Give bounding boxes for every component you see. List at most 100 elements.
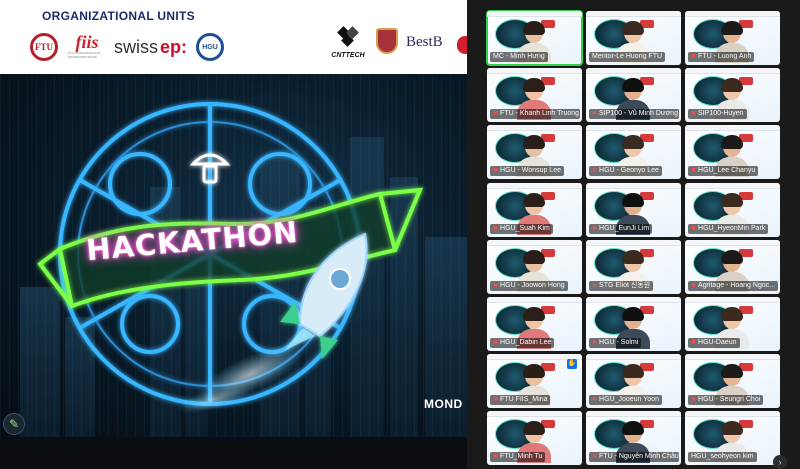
virtual-background-header xyxy=(685,125,780,132)
mic-muted-icon: ✖ xyxy=(493,168,499,175)
participant-name-label: ✖ FTU_Minh Tu xyxy=(490,452,546,463)
participant-name: HGU_Dabin Lee xyxy=(500,339,552,346)
participant-name: HGU - Seungri Choi xyxy=(698,396,761,404)
virtual-background-header xyxy=(586,125,681,132)
university-seal-text: HGU xyxy=(202,43,218,51)
participant-name: HGU - Joowon Hong xyxy=(500,281,565,289)
participant-tile[interactable]: ✖ HGU_HyeonMin Park xyxy=(685,182,780,237)
swissep-logo-text: swiss xyxy=(114,36,158,57)
shared-screen[interactable]: ORGANIZATIONAL UNITS FTU fiis FTU INNOVA… xyxy=(0,0,467,437)
participant-tile[interactable]: Mentor-Le Huong FTU xyxy=(586,11,681,65)
participant-name: HGU - Wonsup Lee xyxy=(500,167,561,175)
participant-tile[interactable]: ✖ STG Eliot 신동원 xyxy=(586,239,681,294)
mic-muted-icon: ✖ xyxy=(493,454,499,461)
participant-name-label: ✖ HGU_HyeonMin Park xyxy=(688,223,769,234)
virtual-background-header xyxy=(487,125,582,132)
participant-name-label: ✖ SIP100 - Vũ Minh Dương xyxy=(589,109,679,120)
participant-gallery: MC - Minh Hưng Mentor-Le Huong FTU ✖ FTU - … xyxy=(467,0,800,469)
participant-tile[interactable]: ✖ SIP100-Huyen xyxy=(685,68,780,123)
virtual-background-header xyxy=(685,182,780,189)
mic-muted-icon: ✖ xyxy=(592,111,598,118)
participant-tile[interactable]: ✖ HGU - Solmi xyxy=(586,297,681,351)
gallery-next-page-button[interactable]: › xyxy=(773,455,787,469)
participant-name-label: ✖ FTU FIIS_Mina xyxy=(490,395,551,406)
virtual-background-header xyxy=(685,239,780,246)
participant-name: FTU - Luong Anh xyxy=(698,53,752,60)
participant-tile[interactable]: ✖ HGU - Wonsup Lee xyxy=(487,125,582,180)
participant-tile[interactable]: ✖ HGU - Joowon Hong xyxy=(487,239,582,294)
participant-tile[interactable]: ✖ HGU_Jooeun Yoon xyxy=(586,354,681,409)
fiis-logo-text: fiis xyxy=(75,32,99,52)
participant-tile[interactable]: ✖ FTU - Luong Anh xyxy=(685,11,780,65)
participant-name-label: ✖ HGU_Suah Kim xyxy=(490,223,553,234)
virtual-background-header xyxy=(586,11,681,17)
participant-name-label: ✖ HGU_Jooeun Yoon xyxy=(589,395,662,406)
participant-name-label: ✖ HGU_Dabin Lee xyxy=(490,338,555,348)
participant-name: HGU - Solmi xyxy=(599,339,639,346)
sponsor-banner: ORGANIZATIONAL UNITS FTU fiis FTU INNOVA… xyxy=(0,0,467,74)
mic-muted-icon: ✖ xyxy=(691,282,697,289)
virtual-background-header xyxy=(685,297,780,303)
participant-name-label: ✖ HGU - Seungri Choi xyxy=(688,395,764,406)
participant-name-label: ✖ HGU_EunJi Lim xyxy=(589,223,653,234)
participant-tile[interactable]: ✖ FTU - Khanh Linh Truong xyxy=(487,68,582,123)
participant-tile[interactable]: HGU_seohyeon kim xyxy=(685,411,780,466)
participant-name: HGU_seohyeon kim xyxy=(691,453,754,461)
virtual-background-header xyxy=(685,68,780,75)
annotate-pencil-icon[interactable]: ✎ xyxy=(3,413,25,435)
participant-tile[interactable]: ✖ SIP100 - Vũ Minh Dương xyxy=(586,68,681,123)
bestb-logo: BestB xyxy=(406,34,443,50)
participant-name-label: MC - Minh Hưng xyxy=(490,52,548,62)
participant-tile[interactable]: ✖ Agritage - Hoang Ngoc... xyxy=(685,239,780,294)
mic-muted-icon: ✖ xyxy=(691,168,697,175)
banner-title: ORGANIZATIONAL UNITS xyxy=(42,9,195,23)
participant-tile[interactable]: ✖ HGU_Lee Chanyu xyxy=(685,125,780,180)
mic-muted-icon: ✖ xyxy=(592,340,598,346)
mic-muted-icon: ✖ xyxy=(592,397,598,404)
participant-name-label: ✖ HGU - Geonyo Lee xyxy=(589,166,662,177)
mic-muted-icon: ✖ xyxy=(691,397,697,404)
participant-tile[interactable]: ✖ HGU-Daeun xyxy=(685,297,780,351)
participant-name-label: ✖ STG Eliot 신동원 xyxy=(589,280,654,291)
participant-name-label: ✖ HGU - Solmi xyxy=(589,338,642,348)
virtual-background-header xyxy=(487,182,582,189)
fiis-logo-subtext: FTU INNOVATION AND INCUBATION SPACE xyxy=(68,51,100,59)
participant-tile[interactable]: ✖ HGU - Geonyo Lee xyxy=(586,125,681,180)
participant-tile[interactable]: ✖ HGU_EunJi Lim xyxy=(586,182,681,237)
participant-name-label: ✖ FTU - Khanh Linh Truong xyxy=(490,109,580,120)
virtual-background-header xyxy=(487,239,582,246)
participant-tile[interactable]: ✖ FTU - Nguyễn Minh Châu xyxy=(586,411,681,466)
participant-name-label: ✖ HGU_Lee Chanyu xyxy=(688,166,759,177)
mic-muted-icon: ✖ xyxy=(493,282,499,289)
participant-name-label: ✖ FTU - Nguyễn Minh Châu xyxy=(589,452,679,463)
participant-name-label: Mentor-Le Huong FTU xyxy=(589,52,666,62)
participant-tile[interactable]: ✖ HGU_Dabin Lee xyxy=(487,297,582,351)
participant-tile[interactable]: ✖ HGU_Suah Kim xyxy=(487,182,582,237)
participant-tile[interactable]: MC - Minh Hưng xyxy=(486,10,583,66)
mic-muted-icon: ✖ xyxy=(592,454,598,461)
participant-name: Mentor-Le Huong FTU xyxy=(592,53,663,60)
participant-name: HGU_Jooeun Yoon xyxy=(599,396,659,404)
virtual-background-header xyxy=(685,411,780,418)
virtual-background-header xyxy=(586,68,681,75)
red-partner-logo xyxy=(457,36,467,54)
fiis-logo: fiis FTU INNOVATION AND INCUBATION SPACE xyxy=(68,33,106,59)
bottom-strip xyxy=(0,437,467,469)
ftu-logo-text: FTU xyxy=(35,42,53,52)
participant-tile[interactable]: ✖ FTU_Minh Tu xyxy=(487,411,582,466)
participant-name: STG Eliot 신동원 xyxy=(599,281,651,289)
participant-name-label: ✖ HGU - Wonsup Lee xyxy=(490,166,564,177)
participant-name-label: ✖ FTU - Luong Anh xyxy=(688,52,755,62)
mic-muted-icon: ✖ xyxy=(493,111,499,118)
virtual-background-header xyxy=(685,11,780,17)
mic-muted-icon: ✖ xyxy=(691,111,697,118)
participant-name: FTU - Khanh Linh Truong xyxy=(500,110,580,118)
swissep-logo-ep: ep: xyxy=(160,36,187,57)
participant-name-label: ✖ HGU-Daeun xyxy=(688,338,740,348)
participant-name-label: ✖ SIP100-Huyen xyxy=(688,109,747,120)
participant-name: HGU_Suah Kim xyxy=(500,224,550,232)
participant-tile[interactable]: ✖ HGU - Seungri Choi xyxy=(685,354,780,409)
participant-name: FTU - Nguyễn Minh Châu xyxy=(599,453,679,461)
university-seal-logo: HGU xyxy=(196,33,224,61)
virtual-background-header xyxy=(586,182,681,189)
